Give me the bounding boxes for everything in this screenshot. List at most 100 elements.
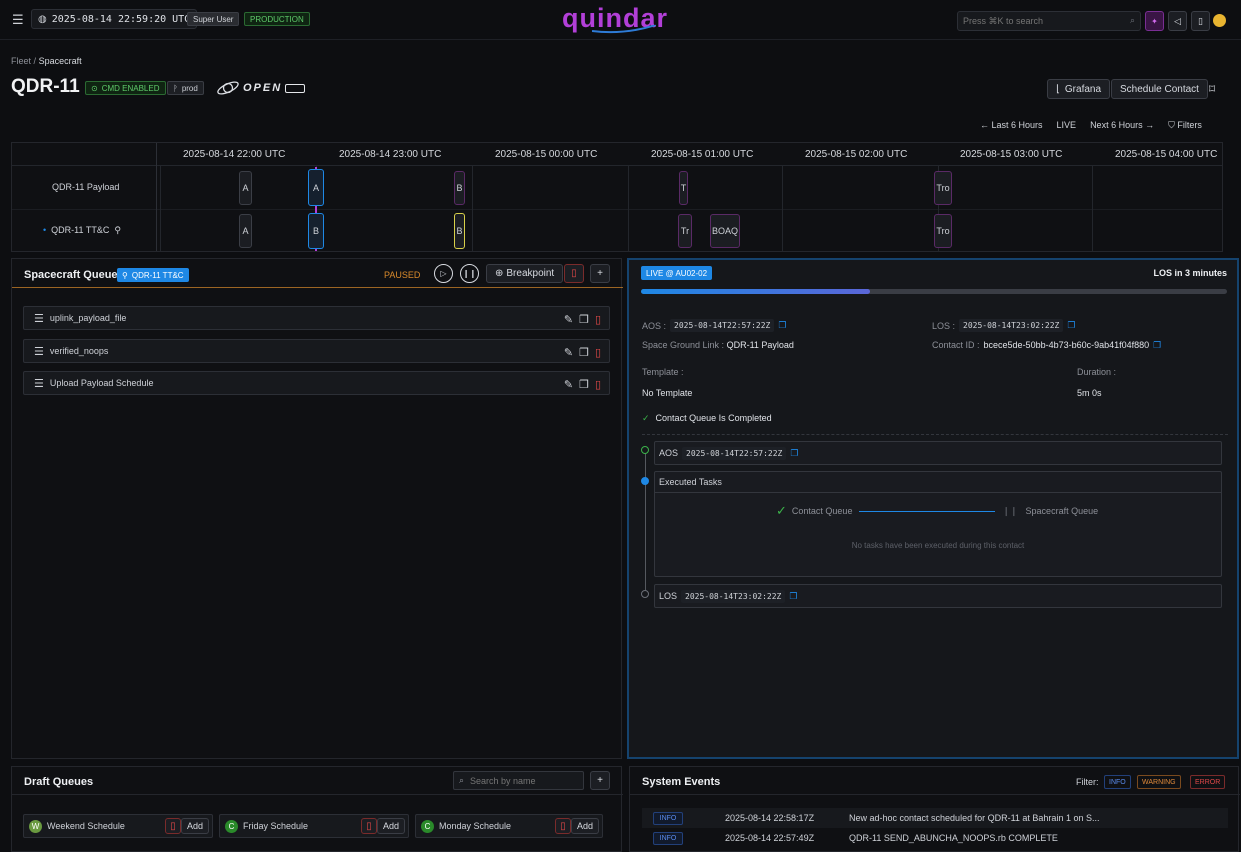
draft-item[interactable]: C Friday Schedule ▯ Add (219, 814, 409, 838)
timeline-hour-label: 2025-08-15 02:00 UTC (805, 149, 908, 160)
next-range-button[interactable]: Next 6 Hours → (1090, 120, 1154, 131)
timeline-event[interactable]: B (454, 171, 465, 205)
event-time: 2025-08-14 22:57:49Z (725, 833, 815, 843)
copy-icon[interactable]: ❐ (579, 313, 589, 326)
timeline-controls: ← Last 6 Hours LIVE Next 6 Hours → ⛉ Fil… (980, 120, 1202, 131)
draft-search[interactable]: ⌕ (453, 771, 584, 790)
breadcrumb-spacecraft[interactable]: Spacecraft (39, 56, 82, 66)
delete-draft-button[interactable]: ▯ (165, 818, 181, 834)
clear-queue-button[interactable]: ▯ (564, 264, 584, 283)
timeline-event[interactable]: Tro (934, 214, 952, 248)
template-label: Template : (642, 367, 684, 377)
drag-handle-icon[interactable]: ☰ (34, 312, 44, 325)
breakpoint-button[interactable]: ⊕ Breakpoint (486, 264, 564, 283)
copy-icon[interactable]: ❐ (778, 320, 786, 331)
draft-search-input[interactable] (470, 772, 580, 789)
executed-tasks-panel: Executed Tasks ✓ Contact Queue ❙❙ Spacec… (654, 471, 1222, 577)
queue-item[interactable]: ☰ verified_noops ✎ ❐ ▯ (23, 339, 610, 363)
timeline-event[interactable]: A (239, 171, 252, 205)
add-draft-button[interactable]: + (590, 771, 610, 790)
filter-error-toggle[interactable]: ERROR (1190, 775, 1226, 789)
timeline-hour-label: 2025-08-15 04:00 UTC (1115, 149, 1218, 160)
copy-icon[interactable]: ❐ (789, 591, 797, 602)
play-button[interactable]: ▷ (434, 264, 453, 283)
menu-icon[interactable]: ☰ (12, 12, 24, 28)
quindar-logo: quindar (562, 3, 668, 34)
contact-panel: LIVE @ AU02-02 LOS in 3 minutes AOS : 20… (627, 258, 1239, 759)
satellite-icon: ⚲ (122, 270, 128, 280)
draft-item[interactable]: C Monday Schedule ▯ Add (415, 814, 603, 838)
partner-logo: OPEN (216, 79, 306, 97)
delete-icon[interactable]: ▯ (595, 378, 601, 391)
timeline-event-active[interactable]: B (308, 213, 324, 249)
timeline-hour-label: 2025-08-15 03:00 UTC (960, 149, 1063, 160)
announcements-button[interactable]: ◁ (1168, 11, 1187, 31)
clock-text: 2025-08-14 22:59:20 UTC (51, 13, 191, 25)
edit-icon[interactable]: ✎ (564, 313, 573, 326)
drag-handle-icon[interactable]: ☰ (34, 345, 44, 358)
add-draft-to-queue-button[interactable]: Add (180, 818, 209, 834)
grafana-button[interactable]: ⌊ Grafana (1047, 79, 1111, 99)
timeline-event[interactable]: Tr (678, 214, 692, 248)
queue-item[interactable]: ☰ uplink_payload_file ✎ ❐ ▯ (23, 306, 610, 330)
system-events-panel: System Events Filter: INFO WARNING ERROR… (629, 766, 1240, 852)
contact-progress-fill (641, 289, 870, 294)
event-message: QDR-11 SEND_ABUNCHA_NOOPS.rb COMPLETE (849, 833, 1058, 843)
bookmarks-button[interactable]: ▯ (1191, 11, 1210, 31)
timeline-event-active[interactable]: A (308, 169, 324, 206)
event-row[interactable]: INFO 2025-08-14 22:57:49Z QDR-11 SEND_AB… (642, 828, 1228, 848)
timeline-event[interactable]: BOAQ (710, 214, 740, 248)
timeline-event[interactable]: Tro (934, 171, 952, 205)
edit-icon[interactable]: ✎ (564, 378, 573, 391)
live-button[interactable]: LIVE (1057, 120, 1077, 131)
add-draft-to-queue-button[interactable]: Add (570, 818, 599, 834)
search-icon: ⌕ (1129, 15, 1135, 25)
queue-item[interactable]: ☰ Upload Payload Schedule ✎ ❐ ▯ (23, 371, 610, 395)
queue-flow: ✓ Contact Queue ❙❙ Spacecraft Queue (776, 503, 1099, 518)
filters-button[interactable]: ⛉ Filters (1168, 120, 1202, 131)
ai-assistant-button[interactable]: ✦ (1145, 11, 1164, 31)
env-badge: PRODUCTION (244, 12, 310, 26)
timeline-event[interactable]: A (239, 214, 252, 248)
copy-icon[interactable]: ❐ (1153, 340, 1161, 351)
add-queue-item-button[interactable]: + (590, 264, 610, 283)
filter-warning-toggle[interactable]: WARNING (1137, 775, 1181, 789)
global-search[interactable]: ⌕ (957, 11, 1141, 31)
avatar[interactable] (1213, 14, 1226, 27)
breadcrumb-fleet[interactable]: Fleet (11, 56, 31, 66)
partner-logo-mark (285, 83, 306, 93)
draft-avatar-icon: C (225, 819, 238, 833)
copy-icon[interactable]: ❐ (1067, 320, 1075, 331)
schedule-contact-button[interactable]: Schedule Contact (1111, 79, 1208, 99)
copy-icon[interactable]: ❐ (579, 378, 589, 391)
contact-progress-bar (641, 289, 1227, 294)
bookmark-page-icon[interactable]: ⌑ (1209, 82, 1215, 96)
no-tasks-message: No tasks have been executed during this … (851, 541, 1025, 550)
los-timestamp: 2025-08-14T23:02:22Z (959, 319, 1064, 332)
queue-item-label: uplink_payload_file (49, 313, 127, 323)
copy-icon[interactable]: ❐ (579, 346, 589, 359)
timeline-event-highlighted[interactable]: B (454, 213, 465, 249)
delete-draft-button[interactable]: ▯ (555, 818, 571, 834)
drag-handle-icon[interactable]: ☰ (34, 377, 44, 390)
event-level-badge: INFO (653, 831, 683, 845)
pause-button[interactable]: ❙❙ (460, 264, 479, 283)
delete-icon[interactable]: ▯ (595, 313, 601, 326)
add-draft-to-queue-button[interactable]: Add (376, 818, 405, 834)
draft-item[interactable]: W Weekend Schedule ▯ Add (23, 814, 213, 838)
global-search-input[interactable] (958, 12, 1123, 30)
queue-status: PAUSED (384, 270, 421, 280)
saturn-icon (217, 81, 239, 95)
aos-step-dot (641, 446, 649, 454)
copy-icon[interactable]: ❐ (790, 448, 798, 459)
delete-draft-button[interactable]: ▯ (361, 818, 377, 834)
edit-icon[interactable]: ✎ (564, 346, 573, 359)
timeline-event[interactable]: T (679, 171, 688, 205)
delete-icon[interactable]: ▯ (595, 346, 601, 359)
megaphone-icon: ◁ (1174, 15, 1181, 26)
draft-name: Weekend Schedule (47, 821, 125, 831)
event-row[interactable]: INFO 2025-08-14 22:58:17Z New ad-hoc con… (642, 808, 1228, 828)
filter-info-toggle[interactable]: INFO (1104, 775, 1131, 789)
prev-range-button[interactable]: ← Last 6 Hours (980, 120, 1043, 131)
filter-icon: ⛉ (1168, 120, 1175, 130)
